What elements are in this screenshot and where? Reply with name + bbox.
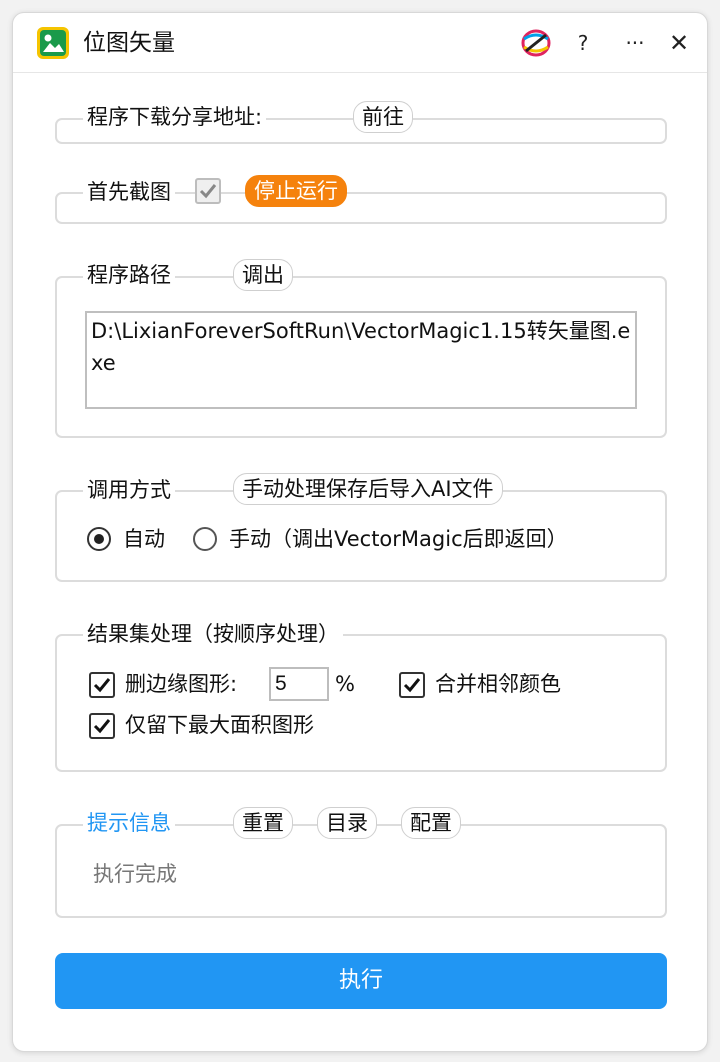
color-logo-icon[interactable]	[516, 27, 556, 59]
auto-radio-label: 自动	[123, 527, 165, 551]
keep-largest-label: 仅留下最大面积图形	[125, 713, 314, 737]
reset-button[interactable]: 重置	[233, 807, 293, 839]
remove-edge-label: 删边缘图形:	[125, 672, 238, 696]
auto-radio[interactable]	[87, 527, 111, 551]
more-menu-button[interactable]: ···	[617, 27, 653, 59]
close-button[interactable]: ✕	[663, 27, 695, 59]
title-bar: 位图矢量 ? ··· ✕	[13, 13, 707, 73]
app-window: 位图矢量 ? ··· ✕ 程序下载分享地址: 前往 首先截图 停止运行 程序路径…	[12, 12, 708, 1052]
stop-running-button[interactable]: 停止运行	[245, 175, 347, 207]
remove-edge-checkbox[interactable]	[89, 672, 115, 698]
manual-radio-label: 手动（调出VectorMagic后即返回）	[229, 527, 568, 551]
manual-import-ai-button[interactable]: 手动处理保存后导入AI文件	[233, 473, 503, 505]
merge-colors-label: 合并相邻颜色	[435, 672, 561, 696]
result-processing-group	[55, 634, 667, 772]
open-program-button[interactable]: 调出	[233, 259, 293, 291]
directory-button[interactable]: 目录	[317, 807, 377, 839]
image-app-icon	[37, 27, 69, 59]
result-processing-title: 结果集处理（按顺序处理）	[83, 619, 343, 649]
capture-checkbox[interactable]	[195, 178, 221, 204]
program-path-title: 程序路径	[83, 260, 175, 290]
info-title: 提示信息	[83, 808, 175, 838]
execute-button[interactable]: 执行	[55, 953, 667, 1009]
window-title: 位图矢量	[83, 30, 175, 56]
capture-label: 首先截图	[83, 177, 175, 207]
percent-label: %	[335, 672, 355, 696]
merge-colors-checkbox[interactable]	[399, 672, 425, 698]
invoke-mode-title: 调用方式	[83, 475, 175, 505]
go-button[interactable]: 前往	[353, 101, 413, 133]
keep-largest-checkbox[interactable]	[89, 713, 115, 739]
remove-edge-percent-input[interactable]	[269, 667, 329, 701]
download-title: 程序下载分享地址:	[83, 102, 267, 132]
config-button[interactable]: 配置	[401, 807, 461, 839]
program-path-field[interactable]: D:\LixianForeverSoftRun\VectorMagic1.15转…	[85, 311, 637, 409]
status-message: 执行完成	[93, 862, 177, 886]
manual-radio[interactable]	[193, 527, 217, 551]
help-button[interactable]: ?	[569, 27, 597, 59]
